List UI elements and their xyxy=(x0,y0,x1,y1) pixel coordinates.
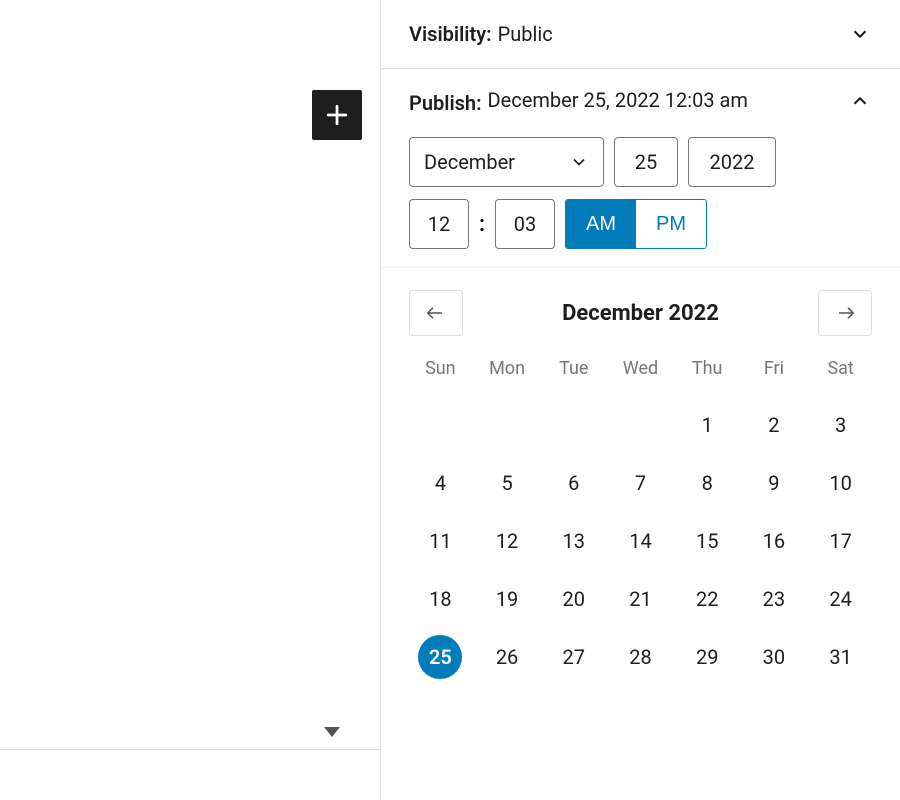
publish-row: Publish: December 25, 2022 12:03 am xyxy=(381,69,900,125)
weekday-header: Mon xyxy=(476,350,539,389)
month-select[interactable]: December xyxy=(409,137,604,187)
editor-canvas xyxy=(0,0,380,750)
am-button[interactable]: AM xyxy=(566,200,636,248)
calendar-day[interactable]: 8 xyxy=(676,461,739,505)
next-month-button[interactable] xyxy=(818,290,872,336)
calendar-day[interactable]: 2 xyxy=(743,403,806,447)
weekday-header: Tue xyxy=(542,350,605,389)
hour-input[interactable]: 12 xyxy=(409,199,469,249)
arrow-left-icon xyxy=(421,303,451,323)
calendar-day[interactable]: 18 xyxy=(409,577,472,621)
weekday-header: Sun xyxy=(409,350,472,389)
add-block-button[interactable] xyxy=(312,90,362,140)
arrow-right-icon xyxy=(830,303,860,323)
time-separator: : xyxy=(479,212,485,237)
calendar-day[interactable]: 20 xyxy=(542,577,605,621)
visibility-row[interactable]: Visibility: Public xyxy=(381,0,900,69)
calendar-day[interactable]: 9 xyxy=(743,461,806,505)
calendar-day[interactable]: 5 xyxy=(476,461,539,505)
calendar-day[interactable]: 26 xyxy=(476,635,539,679)
calendar-grid: SunMonTueWedThuFriSat1234567891011121314… xyxy=(409,350,872,679)
calendar-day[interactable]: 21 xyxy=(609,577,672,621)
pm-button[interactable]: PM xyxy=(636,200,706,248)
calendar-day[interactable]: 28 xyxy=(609,635,672,679)
datetime-fields: December 25 2022 12 : 03 AM PM xyxy=(381,125,900,268)
visibility-label: Visibility: xyxy=(409,22,492,46)
calendar-day[interactable]: 29 xyxy=(676,635,739,679)
visibility-value: Public xyxy=(498,22,553,46)
plus-icon xyxy=(322,100,352,130)
calendar-title: December 2022 xyxy=(562,301,719,326)
calendar-day[interactable]: 22 xyxy=(676,577,739,621)
panel-toggle-icon[interactable] xyxy=(324,727,340,737)
calendar-blank xyxy=(409,403,472,447)
settings-sidebar: Visibility: Public Publish: December 25,… xyxy=(380,0,900,800)
calendar-day[interactable]: 23 xyxy=(743,577,806,621)
chevron-up-icon xyxy=(849,90,871,112)
calendar-day[interactable]: 30 xyxy=(743,635,806,679)
calendar: December 2022 SunMonTueWedThuFriSat12345… xyxy=(381,268,900,701)
publish-value: December 25, 2022 12:03 am xyxy=(488,87,748,113)
weekday-header: Fri xyxy=(743,350,806,389)
calendar-day[interactable]: 7 xyxy=(609,461,672,505)
calendar-day[interactable]: 16 xyxy=(743,519,806,563)
calendar-day[interactable]: 4 xyxy=(409,461,472,505)
calendar-day[interactable]: 27 xyxy=(542,635,605,679)
minute-input[interactable]: 03 xyxy=(495,199,555,249)
month-select-value: December xyxy=(424,150,515,174)
calendar-day[interactable]: 14 xyxy=(609,519,672,563)
calendar-day[interactable]: 11 xyxy=(409,519,472,563)
chevron-down-icon xyxy=(569,152,589,172)
calendar-day[interactable]: 1 xyxy=(676,403,739,447)
calendar-day[interactable]: 3 xyxy=(809,403,872,447)
calendar-day[interactable]: 31 xyxy=(809,635,872,679)
calendar-day[interactable]: 19 xyxy=(476,577,539,621)
calendar-blank xyxy=(476,403,539,447)
calendar-blank xyxy=(609,403,672,447)
calendar-day[interactable]: 15 xyxy=(676,519,739,563)
ampm-toggle: AM PM xyxy=(565,199,707,249)
calendar-day[interactable]: 10 xyxy=(809,461,872,505)
calendar-day[interactable]: 25 xyxy=(418,635,462,679)
visibility-expand[interactable] xyxy=(848,22,872,46)
calendar-day[interactable]: 12 xyxy=(476,519,539,563)
day-input[interactable]: 25 xyxy=(614,137,678,187)
weekday-header: Wed xyxy=(609,350,672,389)
calendar-day[interactable]: 13 xyxy=(542,519,605,563)
publish-collapse[interactable] xyxy=(848,89,872,113)
publish-label: Publish: xyxy=(409,87,482,115)
weekday-header: Sat xyxy=(809,350,872,389)
year-input[interactable]: 2022 xyxy=(688,137,776,187)
prev-month-button[interactable] xyxy=(409,290,463,336)
weekday-header: Thu xyxy=(676,350,739,389)
calendar-day[interactable]: 6 xyxy=(542,461,605,505)
calendar-blank xyxy=(542,403,605,447)
chevron-down-icon xyxy=(849,23,871,45)
calendar-day[interactable]: 17 xyxy=(809,519,872,563)
calendar-day[interactable]: 24 xyxy=(809,577,872,621)
